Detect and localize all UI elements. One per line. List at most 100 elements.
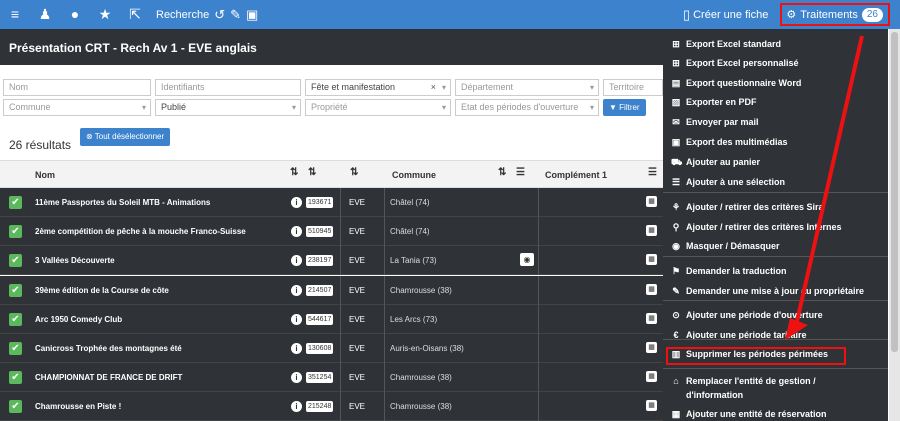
checkbox-checked[interactable]: ✔: [9, 196, 22, 209]
row-name[interactable]: 3 Vallées Découverte: [35, 256, 115, 265]
calendar-icon[interactable]: ▦: [646, 196, 657, 207]
table-row[interactable]: ✔ 3 Vallées Découverte i 238197 EVE La T…: [0, 246, 663, 276]
departement-filter[interactable]: Département ▾: [455, 79, 599, 96]
row-name[interactable]: 39ème édition de la Course de côte: [35, 286, 169, 295]
info-icon[interactable]: i: [291, 284, 302, 296]
row-id-badge: 351254: [306, 372, 334, 384]
calendar-icon[interactable]: ▦: [646, 225, 657, 237]
checkbox-checked[interactable]: ✔: [9, 312, 22, 326]
menu-item-icon: ⚑: [671, 266, 681, 276]
etat-filter[interactable]: Etat des périodes d'ouverture ▾: [455, 99, 599, 116]
menu-item[interactable]: ▣ Export des multimédias: [671, 137, 788, 148]
territoire-filter[interactable]: Territoire: [603, 79, 663, 96]
fete-filter[interactable]: Fête et manifestation × ▾: [305, 79, 451, 96]
sort-icon[interactable]: ☰: [648, 167, 657, 178]
menu-item[interactable]: ⊞ Export Excel standard: [671, 39, 781, 50]
scrollbar-thumb[interactable]: [891, 32, 898, 352]
create-sheet-button[interactable]: ▯ Créer une fiche: [683, 7, 768, 23]
info-icon[interactable]: i: [291, 372, 302, 384]
clear-icon[interactable]: ×: [431, 80, 436, 95]
menu-item[interactable]: ⛟ Ajouter au panier: [671, 157, 760, 169]
info-icon[interactable]: i: [291, 313, 302, 325]
nom-filter[interactable]: Nom: [3, 79, 151, 96]
checkbox-checked[interactable]: ✔: [9, 254, 22, 268]
table-row[interactable]: ✔ Chamrousse en Piste ! i 215248 EVE Cha…: [0, 392, 663, 421]
checkbox-checked[interactable]: ✔: [9, 283, 22, 297]
column-header-nom[interactable]: Nom: [35, 170, 55, 180]
sort-desc-icon[interactable]: ☰: [516, 167, 525, 178]
commune-filter[interactable]: Commune ▾: [3, 99, 151, 116]
calendar-icon[interactable]: ▦: [646, 400, 657, 412]
sort-asc-icon[interactable]: ⇅: [290, 167, 298, 178]
table-row[interactable]: ✔ 39ème édition de la Course de côte i 2…: [0, 275, 663, 305]
info-icon[interactable]: i: [291, 401, 302, 413]
pencil-icon[interactable]: ✎: [230, 7, 241, 23]
row-name[interactable]: 11ème Passportes du Soleil MTB - Animati…: [35, 198, 210, 207]
calendar-icon[interactable]: ▦: [646, 254, 657, 266]
menu-item[interactable]: ⌂ Remplacer l'entité de gestion /: [671, 376, 815, 386]
row-name[interactable]: Chamrousse en Piste !: [35, 402, 121, 411]
menu-item[interactable]: ▤ Export questionnaire Word: [671, 78, 802, 89]
table-row[interactable]: ✔ CHAMPIONNAT DE FRANCE DE DRIFT i 35125…: [0, 363, 663, 393]
row-name[interactable]: Canicross Trophée des montagnes été: [35, 344, 182, 353]
row-code: EVE: [349, 256, 366, 266]
filter-button-label: Filtrer: [619, 103, 640, 112]
info-icon[interactable]: i: [291, 255, 302, 267]
info-icon[interactable]: i: [291, 343, 302, 354]
sort-desc-icon[interactable]: ⇅: [308, 167, 316, 178]
column-divider: [340, 188, 341, 217]
column-header-commune[interactable]: Commune: [392, 170, 436, 180]
filter-button[interactable]: ▼ Filtrer: [603, 99, 646, 116]
checkbox-checked[interactable]: ✔: [9, 225, 22, 239]
checkbox-checked[interactable]: ✔: [9, 342, 22, 355]
table-header: Nom ⇅ ⇅ ⇅ Commune ⇅ ☰ Complément 1 ☰: [0, 160, 663, 188]
menu-item[interactable]: ▦ Ajouter une entité de réservation: [671, 409, 827, 420]
menu-item[interactable]: ☰ Ajouter à une sélection: [671, 177, 785, 188]
menu-item[interactable]: ▨ Exporter en PDF: [671, 97, 757, 108]
row-code: EVE: [349, 285, 366, 295]
table-row[interactable]: ✔ 11ème Passportes du Soleil MTB - Anima…: [0, 188, 663, 217]
menu-item[interactable]: ⚑ Demander la traduction: [671, 266, 787, 277]
propriete-filter[interactable]: Propriété ▾: [305, 99, 451, 116]
menu-item[interactable]: ⊞ Export Excel personnalisé: [671, 58, 798, 69]
table-row[interactable]: ✔ Arc 1950 Comedy Club i 544617 EVE Les …: [0, 304, 663, 334]
publie-filter[interactable]: Publié ▾: [155, 99, 301, 116]
column-header-complement[interactable]: Complément 1: [545, 170, 607, 180]
info-icon[interactable]: i: [291, 197, 302, 208]
star-icon[interactable]: ★: [90, 0, 120, 29]
menu-item[interactable]: ⊙ Ajouter une période d'ouverture: [671, 310, 822, 321]
row-name[interactable]: 2ème compétition de pêche à la mouche Fr…: [35, 227, 246, 236]
checkbox-checked[interactable]: ✔: [9, 400, 22, 414]
row-name[interactable]: CHAMPIONNAT DE FRANCE DE DRIFT: [35, 373, 182, 382]
calendar-icon[interactable]: ▦: [646, 283, 657, 295]
save-icon[interactable]: ▣: [246, 7, 258, 23]
calendar-icon[interactable]: ▦: [646, 342, 657, 353]
menu-item-icon: ▤: [671, 78, 681, 88]
calendar-icon[interactable]: ▦: [646, 371, 657, 383]
table-row[interactable]: ✔ Canicross Trophée des montagnes été i …: [0, 334, 663, 363]
share-icon[interactable]: ⇱: [120, 0, 150, 29]
identifiants-filter[interactable]: Identifiants: [155, 79, 301, 96]
search-label[interactable]: Recherche: [156, 9, 209, 21]
menu-item[interactable]: ✎ Demander une mise à jour au propriétair…: [671, 286, 864, 297]
checkbox-checked[interactable]: ✔: [9, 371, 22, 385]
menu-item[interactable]: ◉ Masquer / Démasquer: [671, 241, 779, 252]
row-name[interactable]: Arc 1950 Comedy Club: [35, 315, 122, 324]
undo-icon[interactable]: ↺: [214, 7, 225, 23]
calendar-icon[interactable]: ▦: [646, 312, 657, 324]
camera-icon[interactable]: ◉: [520, 253, 534, 267]
traitements-button[interactable]: ⚙ Traitements 26: [780, 3, 890, 26]
row-id-badge: 214507: [306, 284, 334, 296]
menu-divider: [663, 368, 888, 369]
menu-item[interactable]: ✉ Envoyer par mail: [671, 117, 758, 128]
menu-icon[interactable]: ≡: [0, 0, 30, 29]
info-icon[interactable]: i: [291, 226, 302, 238]
sort-asc-icon[interactable]: ⇅: [498, 167, 506, 178]
deselect-all-button[interactable]: ⊗ Tout désélectionner: [80, 128, 171, 146]
sort-icon[interactable]: ⇅: [350, 167, 358, 178]
menu-item[interactable]: ⚘ Ajouter / retirer des critères Sira: [671, 202, 824, 213]
chat-icon[interactable]: ●: [60, 0, 90, 29]
user-icon[interactable]: ♟: [30, 0, 60, 29]
table-row[interactable]: ✔ 2ème compétition de pêche à la mouche …: [0, 217, 663, 247]
menu-item[interactable]: ⚲ Ajouter / retirer des critères Internes: [671, 222, 842, 233]
